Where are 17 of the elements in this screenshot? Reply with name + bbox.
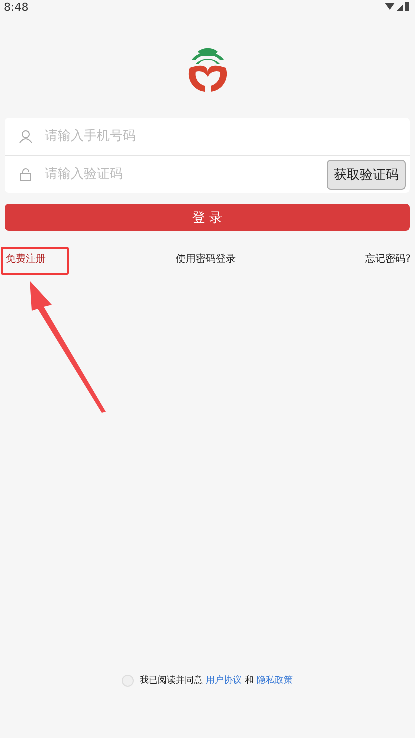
code-field[interactable]: 请输入验证码 (43, 166, 317, 183)
agree-checkbox[interactable] (122, 674, 134, 686)
phone-field[interactable]: 请输入手机号码 (43, 128, 406, 145)
link[interactable]: 忘记密码? (366, 252, 411, 266)
user-icon (19, 130, 33, 144)
status-time: 8:48 (4, 0, 29, 14)
link[interactable]: 免费注册 (6, 252, 46, 266)
link[interactable]: 使用密码登录 (176, 252, 236, 266)
login-button[interactable]: 登 录 (5, 204, 410, 231)
agreement-text: 我已阅读并同意 (140, 674, 203, 687)
highlight-box (1, 247, 69, 275)
privacy-policy-link[interactable]: 隐私政策 (257, 674, 293, 687)
agreement-text: 和 (245, 674, 254, 687)
user-agreement-link[interactable]: 用户协议 (206, 674, 242, 687)
lock-icon (19, 168, 33, 182)
get-code-button[interactable]: 获取验证码 (327, 160, 406, 190)
status-icons (385, 2, 409, 12)
